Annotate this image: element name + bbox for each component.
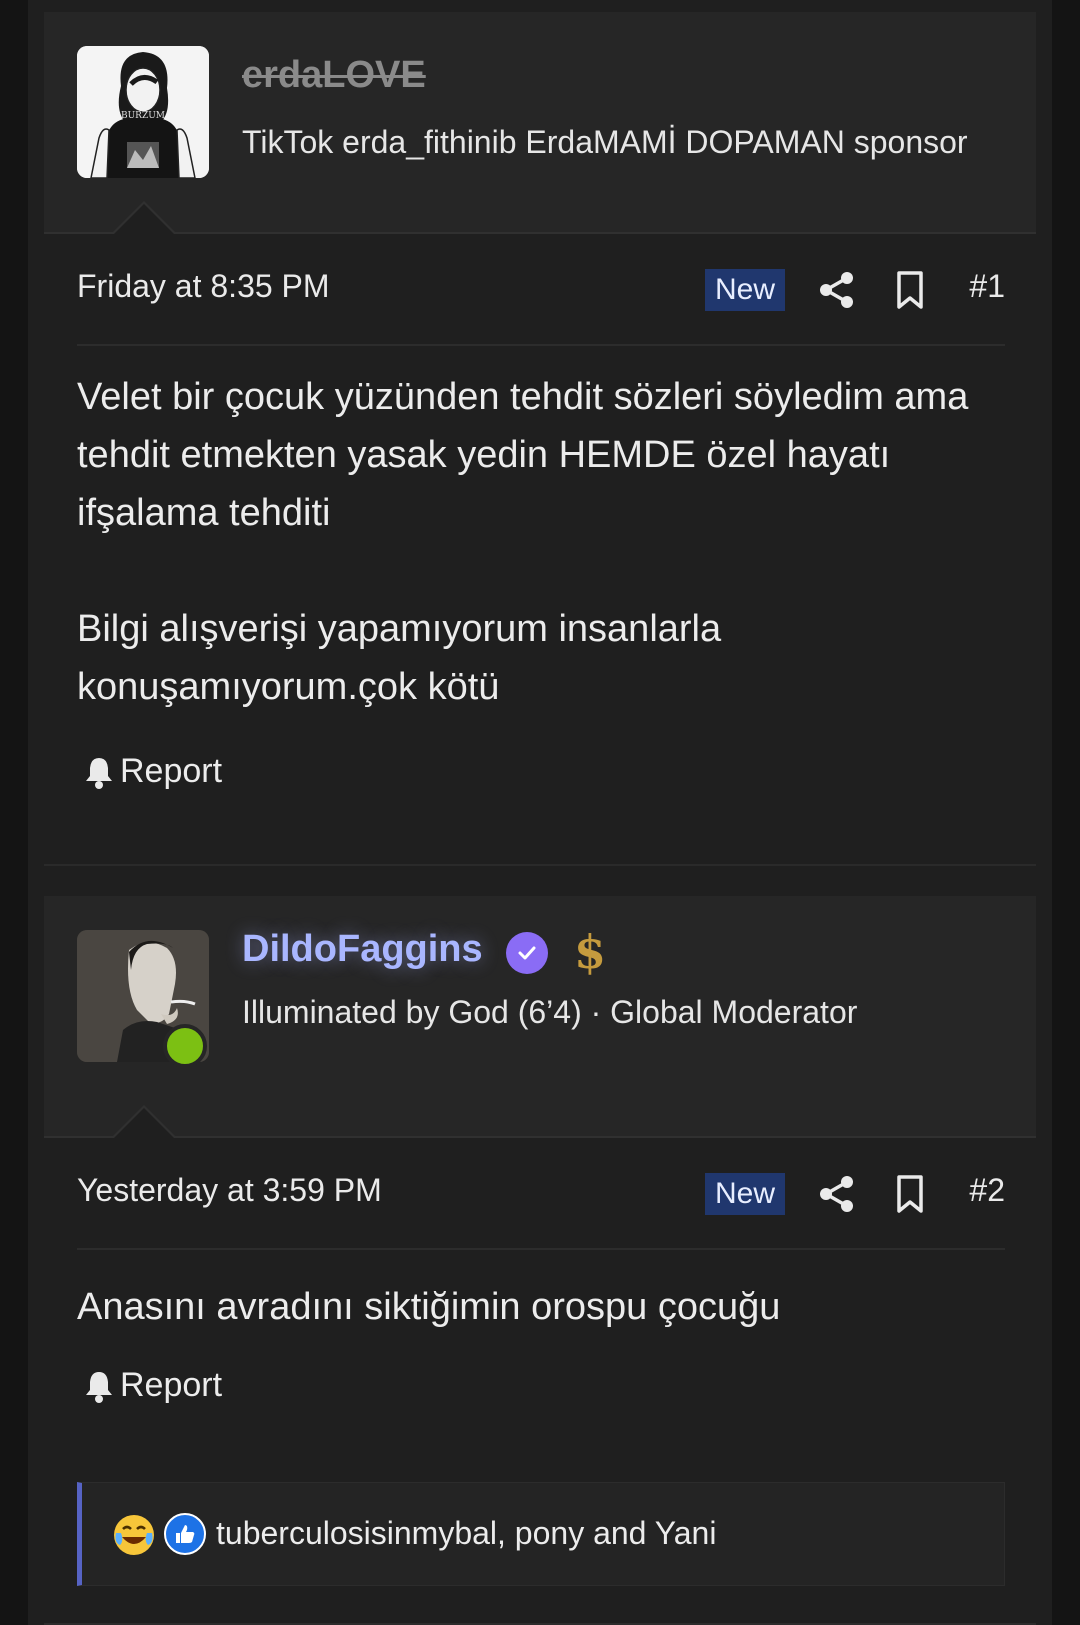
message-paragraph: Velet bir çocuk yüzünden tehdit sözleri …: [77, 376, 969, 534]
message-paragraph: Bilgi alışverişi yapamıyorum insanlarla …: [77, 608, 722, 708]
bookmark-icon[interactable]: [893, 270, 927, 310]
bookmark-icon[interactable]: [893, 1174, 927, 1214]
reaction-users[interactable]: tuberculosisinmybal, pony and Yani: [216, 1515, 716, 1552]
post-meta: Yesterday at 3:59 PM New #2: [77, 1140, 1005, 1250]
avatar[interactable]: BURZUM: [77, 46, 209, 178]
bell-icon: [86, 757, 112, 789]
report-link[interactable]: Report: [84, 752, 222, 791]
post-meta: Friday at 8:35 PM New #1: [77, 236, 1005, 346]
report-link[interactable]: Report: [84, 1366, 222, 1405]
username[interactable]: erdaLOVE: [242, 54, 426, 97]
post-date[interactable]: Friday at 8:35 PM: [77, 268, 330, 305]
report-label: Report: [120, 1366, 223, 1404]
post: DildoFaggins $ Illuminated by God (6’4) …: [44, 896, 1036, 1625]
post-number[interactable]: #2: [969, 1172, 1005, 1209]
post-date[interactable]: Yesterday at 3:59 PM: [77, 1172, 382, 1209]
thread-page: BURZUM erdaLOVE TikTok erda_fithinib Erd…: [28, 0, 1052, 1625]
post-user-header: DildoFaggins $ Illuminated by God (6’4) …: [44, 896, 1036, 1138]
username[interactable]: DildoFaggins: [242, 928, 483, 971]
new-badge: New: [705, 269, 785, 311]
laughing-crying-emoji-icon: [114, 1515, 154, 1555]
thumbs-up-icon: [164, 1513, 206, 1555]
bell-icon: [86, 1371, 112, 1403]
dollar-badge-icon: $: [573, 925, 606, 979]
header-arrow: [114, 1108, 174, 1138]
online-status-indicator: [163, 1024, 207, 1068]
post-message: Anasını avradını siktiğimin orospu çocuğ…: [77, 1278, 997, 1336]
share-icon[interactable]: [817, 270, 857, 310]
svg-text:BURZUM: BURZUM: [121, 111, 165, 121]
share-icon[interactable]: [817, 1174, 857, 1214]
post-user-header: BURZUM erdaLOVE TikTok erda_fithinib Erd…: [44, 12, 1036, 234]
post-message: Velet bir çocuk yüzünden tehdit sözleri …: [77, 368, 997, 716]
report-label: Report: [120, 752, 223, 790]
verified-badge-icon: [506, 932, 548, 974]
post: BURZUM erdaLOVE TikTok erda_fithinib Erd…: [44, 0, 1036, 866]
message-paragraph: Anasını avradını siktiğimin orospu çocuğ…: [77, 1286, 781, 1328]
post-number[interactable]: #1: [969, 268, 1005, 305]
reactions-bar[interactable]: tuberculosisinmybal, pony and Yani: [77, 1482, 1005, 1586]
user-title: TikTok erda_fithinib ErdaMAMİ DOPAMAN sp…: [242, 124, 968, 160]
header-arrow: [114, 204, 174, 234]
user-title: Illuminated by God (6’4) · Global Modera…: [242, 994, 858, 1030]
new-badge: New: [705, 1173, 785, 1215]
